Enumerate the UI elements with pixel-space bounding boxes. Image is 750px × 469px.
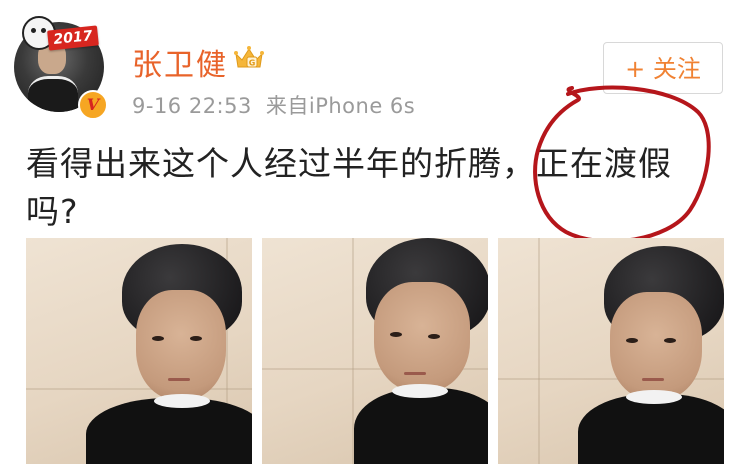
username[interactable]: 张卫健: [132, 40, 228, 84]
post-meta: 9-16 22:53 来自iPhone 6s: [132, 90, 429, 120]
crown-icon: G: [234, 46, 264, 68]
eye: [626, 338, 638, 343]
post-timestamp: 9-16 22:53: [132, 94, 252, 118]
eye: [390, 332, 402, 337]
svg-text:G: G: [249, 59, 256, 68]
black-shirt: [354, 388, 488, 464]
eye: [664, 338, 676, 343]
post-photo-3[interactable]: [498, 238, 724, 464]
white-collar: [392, 384, 448, 398]
mouth: [642, 378, 664, 381]
face: [136, 290, 226, 400]
mouth: [168, 378, 190, 381]
post-source[interactable]: 来自iPhone 6s: [266, 94, 415, 118]
weibo-post: 2017 V 张卫健 G 9-16 22:53 来自iPhone 6s + 关注 …: [0, 0, 750, 469]
wall-tile-line: [538, 238, 540, 464]
avatar-body: [28, 76, 78, 112]
eye: [428, 334, 440, 339]
verified-icon: V: [78, 90, 108, 120]
eye: [152, 336, 164, 341]
mouth: [404, 372, 426, 375]
wall-tile-line: [26, 388, 252, 390]
post-text: 看得出来这个人经过半年的折腾，正在渡假吗?: [26, 144, 672, 231]
face: [610, 292, 702, 400]
follow-button[interactable]: + 关注: [603, 42, 723, 94]
post-photo-1[interactable]: [26, 238, 252, 464]
black-shirt: [86, 398, 252, 464]
black-shirt: [578, 394, 724, 464]
post-photo-2[interactable]: [262, 238, 488, 464]
face: [374, 282, 470, 392]
white-collar: [626, 390, 682, 404]
eye: [190, 336, 202, 341]
white-collar: [154, 394, 210, 408]
